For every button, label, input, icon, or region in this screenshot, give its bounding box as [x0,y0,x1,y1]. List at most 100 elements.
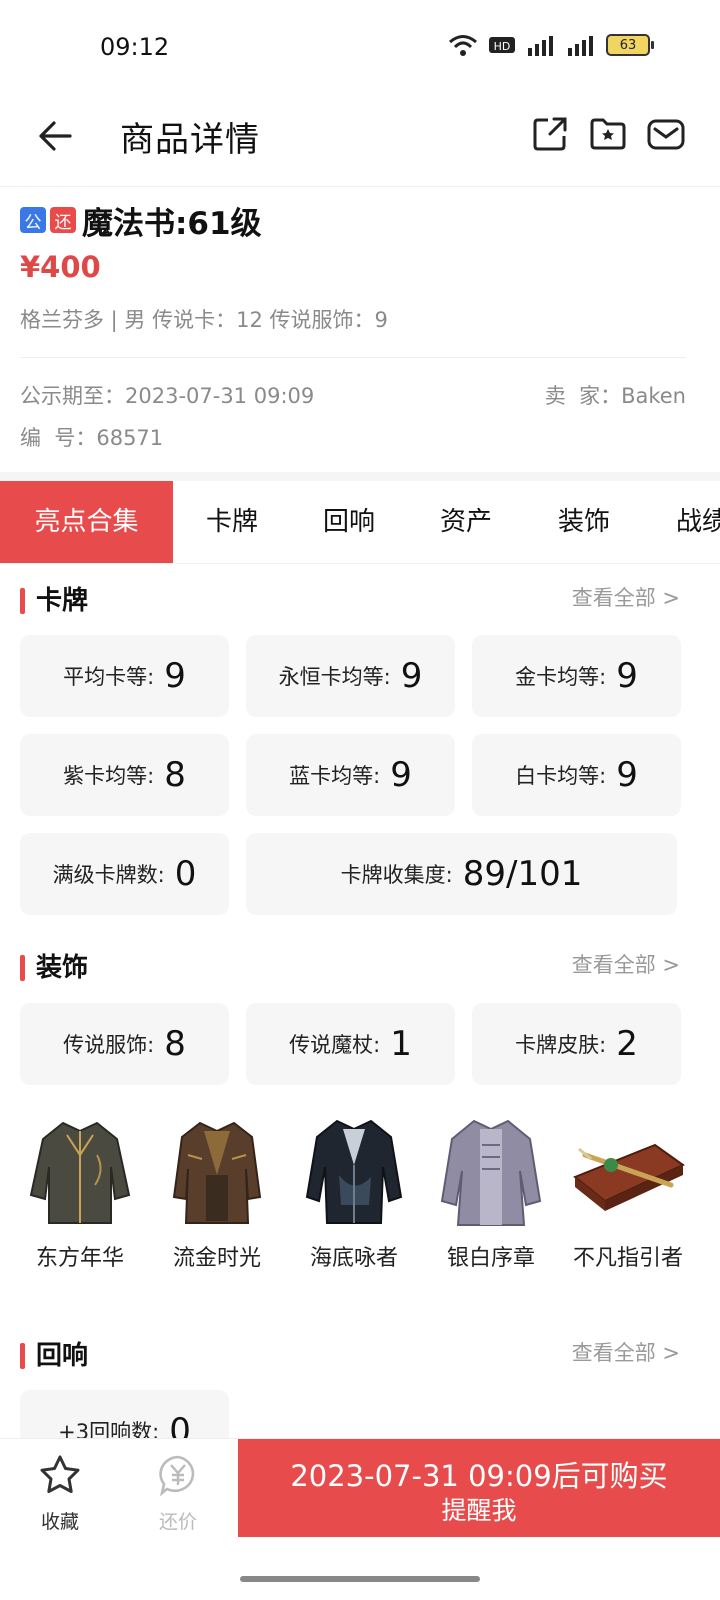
stat-cell: 蓝卡均等: 9 [246,734,455,816]
stat-cell: 永恒卡均等: 9 [246,635,455,717]
tab-cards[interactable]: 卡牌 [190,481,274,563]
section-title: 卡牌 [36,586,89,616]
stat-cell: 紫卡均等: 8 [20,734,229,816]
stat-label: 卡牌皮肤: [515,1033,607,1057]
outfit-item[interactable]: 海底咏者 [294,1115,414,1272]
coat-icon [305,1119,403,1224]
outfit-item[interactable]: 流金时光 [157,1115,277,1272]
signal-4g-icon [568,36,593,56]
coat-icon [29,1121,131,1224]
signal-5g-icon [528,36,553,56]
stat-value: 1 [390,1024,412,1064]
battery-icon: 63 [606,34,654,56]
share-icon[interactable] [530,114,570,154]
view-all-link[interactable]: 查看全部 > [572,582,680,612]
svg-text:HD: HD [494,40,511,53]
product-price: ¥400 [20,250,101,284]
stat-cell: 白卡均等: 9 [472,734,681,816]
view-all-link[interactable]: 查看全部 > [572,949,680,979]
product-info: 公 还 魔法书:61级 ¥400 格兰芬多 | 男 传说卡：12 传说服饰：9 … [20,200,700,450]
favorite-label: 收藏 [40,1511,79,1533]
outfit-name: 海底咏者 [309,1246,398,1271]
wifi-icon [449,35,477,56]
product-title: 魔法书:61级 [82,205,262,242]
back-arrow-icon[interactable] [34,114,78,158]
outfit-item[interactable]: 东方年华 [20,1115,140,1272]
stat-value: 9 [164,656,186,696]
nav-bar: 商品详情 [0,90,720,187]
battery-level: 63 [619,37,637,53]
divider [20,357,686,358]
message-icon[interactable] [646,114,686,154]
favorite-button[interactable]: 收藏 [20,1439,100,1541]
stat-value: 8 [164,1024,186,1064]
stat-label: 蓝卡均等: [289,764,381,788]
stat-label: 金卡均等: [515,665,607,689]
outfit-name: 银白序章 [446,1246,535,1271]
star-icon [40,1455,80,1493]
stat-value: 0 [174,854,197,894]
home-indicator[interactable] [240,1576,480,1582]
stat-value: 9 [390,755,412,795]
product-attributes: 格兰芬多 | 男 传说卡：12 传说服饰：9 [20,308,388,332]
yuan-bubble-icon [159,1455,195,1497]
remind-me-button[interactable]: 2023-07-31 09:09后可购买 提醒我 [238,1439,720,1537]
tab-echo[interactable]: 回响 [307,481,391,563]
outfit-name: 东方年华 [35,1246,124,1271]
stat-label: 紫卡均等: [63,764,155,788]
section-marker [20,1343,25,1369]
stat-label: 平均卡等: [63,665,155,689]
serial-number: 编 号：68571 [20,426,164,450]
section-marker [20,588,25,614]
status-icons: HD 63 [448,34,654,56]
outfit-item[interactable]: 不凡指引者 [568,1115,688,1272]
echo-section-header: 回响 查看全部 > [20,1335,680,1375]
hd-icon: HD [489,37,515,53]
stat-cell: 传说服饰: 8 [20,1003,229,1085]
section-gap [0,472,720,481]
stat-cell: 传说魔杖: 1 [246,1003,455,1085]
bargain-button[interactable]: 还价 [138,1439,218,1541]
outfit-item[interactable]: 银白序章 [431,1115,551,1272]
decor-section-header: 装饰 查看全部 > [20,947,680,987]
coat-icon [172,1121,262,1224]
stat-label: 白卡均等: [515,764,607,788]
status-time: 09:12 [100,33,170,61]
view-all-link[interactable]: 查看全部 > [572,1337,680,1367]
outfit-name: 流金时光 [172,1246,261,1271]
tab-bar: 亮点合集 卡牌 回响 资产 装饰 战绩 [0,481,720,564]
stat-cell: 卡牌收集度: 89/101 [246,833,677,915]
tab-decor[interactable]: 装饰 [542,481,626,563]
remind-me-label: 提醒我 [441,1496,517,1525]
status-bar: 09:12 HD 63 [0,0,720,90]
cards-section-header: 卡牌 查看全部 > [20,580,680,620]
buy-available-time: 2023-07-31 09:09后可购买 [290,1459,668,1493]
page-title: 商品详情 [120,120,260,160]
section-marker [20,955,25,981]
tab-assets[interactable]: 资产 [424,481,508,563]
stat-value: 8 [164,755,186,795]
seller: 卖 家：Baken [544,384,686,408]
stat-value: 9 [616,656,638,696]
stat-value: 2 [616,1024,638,1064]
stat-label: 满级卡牌数: [52,863,165,887]
stat-label: 传说魔杖: [289,1033,381,1057]
stat-cell: 金卡均等: 9 [472,635,681,717]
stat-label: 传说服饰: [63,1033,155,1057]
wand-box-icon [572,1143,685,1211]
section-title: 回响 [36,1341,89,1371]
section-title: 装饰 [36,953,89,983]
public-tag: 公 [20,207,46,233]
publicity-until: 公示期至：2023-07-31 09:09 [20,384,315,408]
stat-cell: 满级卡牌数: 0 [20,833,229,915]
bargain-label: 还价 [158,1511,197,1533]
stat-value: 89/101 [462,854,583,894]
tab-highlights[interactable]: 亮点合集 [0,481,173,563]
robe-icon [440,1119,542,1226]
favorite-folder-icon[interactable] [588,114,628,154]
outfit-name: 不凡指引者 [572,1246,683,1271]
stat-cell: 平均卡等: 9 [20,635,229,717]
bottom-action-bar: 收藏 还价 2023-07-31 09:09后可购买 提醒我 [0,1438,720,1541]
tab-records[interactable]: 战绩 [660,481,720,563]
stat-value: 9 [616,755,638,795]
